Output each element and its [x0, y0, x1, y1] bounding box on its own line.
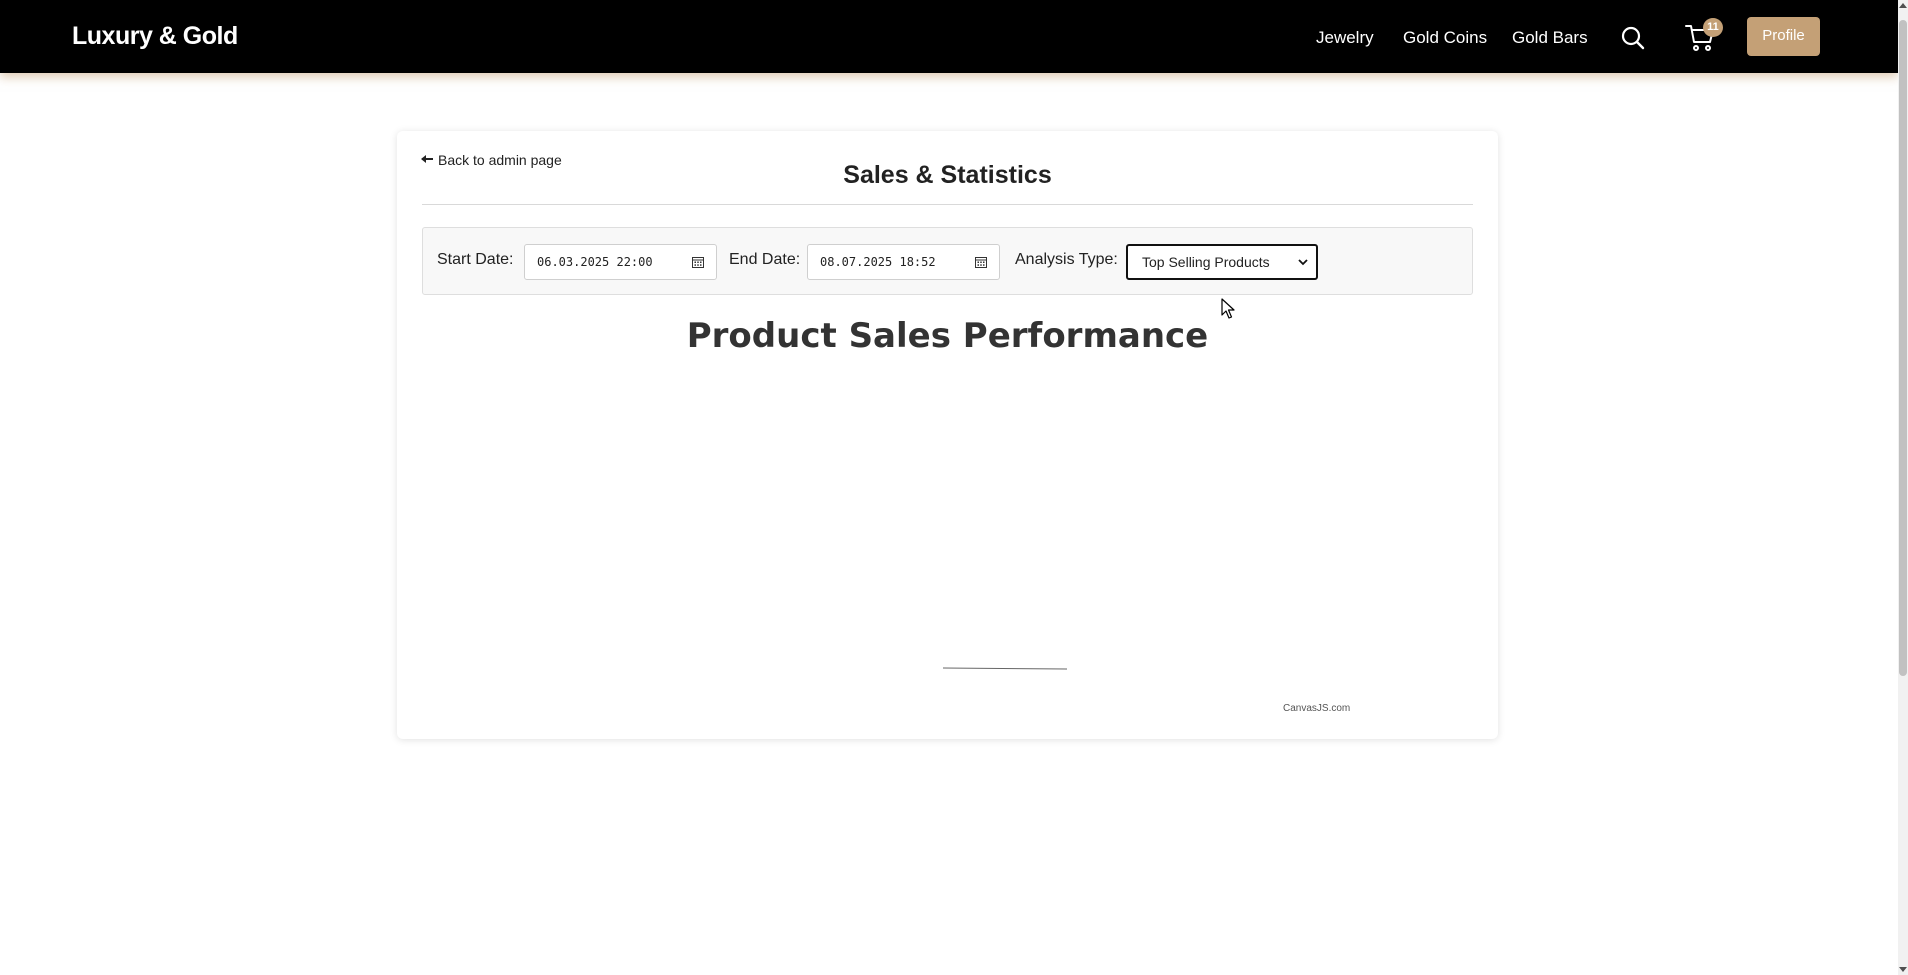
analysis-type-select[interactable]: Top Selling Products: [1126, 244, 1318, 280]
analysis-type-label: Analysis Type:: [1015, 251, 1118, 268]
title-divider: [422, 204, 1473, 205]
filter-bar: Start Date: 06.03.2025 22:00 End Date: 0…: [422, 227, 1473, 295]
top-navbar: Luxury & Gold Jewelry Gold Coins Gold Ba…: [0, 0, 1898, 73]
start-date-label: Start Date:: [437, 251, 514, 268]
mouse-pointer-icon: [1221, 298, 1235, 319]
scroll-down-arrow-icon[interactable]: [1899, 967, 1907, 972]
end-date-input[interactable]: 08.07.2025 18:52: [807, 244, 1000, 280]
calendar-icon[interactable]: [692, 256, 704, 268]
chart-plot-area: [942, 667, 1068, 670]
scroll-up-arrow-icon[interactable]: [1899, 3, 1907, 8]
chevron-down-icon: [1298, 259, 1308, 266]
end-date-value: 08.07.2025 18:52: [820, 255, 936, 269]
page-title: Sales & Statistics: [843, 161, 1052, 189]
nav-link-jewelry[interactable]: Jewelry: [1316, 28, 1374, 48]
calendar-icon[interactable]: [975, 256, 987, 268]
chart-title: Product Sales Performance: [686, 316, 1209, 356]
nav-link-gold-bars[interactable]: Gold Bars: [1512, 28, 1588, 48]
statistics-card: Back to admin page Sales & Statistics St…: [397, 131, 1498, 739]
page-scrollbar[interactable]: [1898, 0, 1908, 975]
chart-credit-link[interactable]: CanvasJS.com: [1283, 703, 1350, 714]
start-date-input[interactable]: 06.03.2025 22:00: [524, 244, 717, 280]
cart-count-badge: 11: [1703, 18, 1723, 37]
brand-logo[interactable]: Luxury & Gold: [72, 22, 238, 51]
profile-button[interactable]: Profile: [1747, 17, 1820, 56]
search-icon[interactable]: [1620, 25, 1646, 51]
start-date-value: 06.03.2025 22:00: [537, 255, 653, 269]
nav-link-gold-coins[interactable]: Gold Coins: [1403, 28, 1487, 48]
arrow-left-icon: [421, 155, 433, 164]
analysis-type-value: Top Selling Products: [1142, 254, 1270, 270]
scrollbar-thumb[interactable]: [1899, 20, 1907, 676]
end-date-label: End Date:: [729, 251, 801, 268]
chart-empty-baseline: [942, 667, 1068, 670]
